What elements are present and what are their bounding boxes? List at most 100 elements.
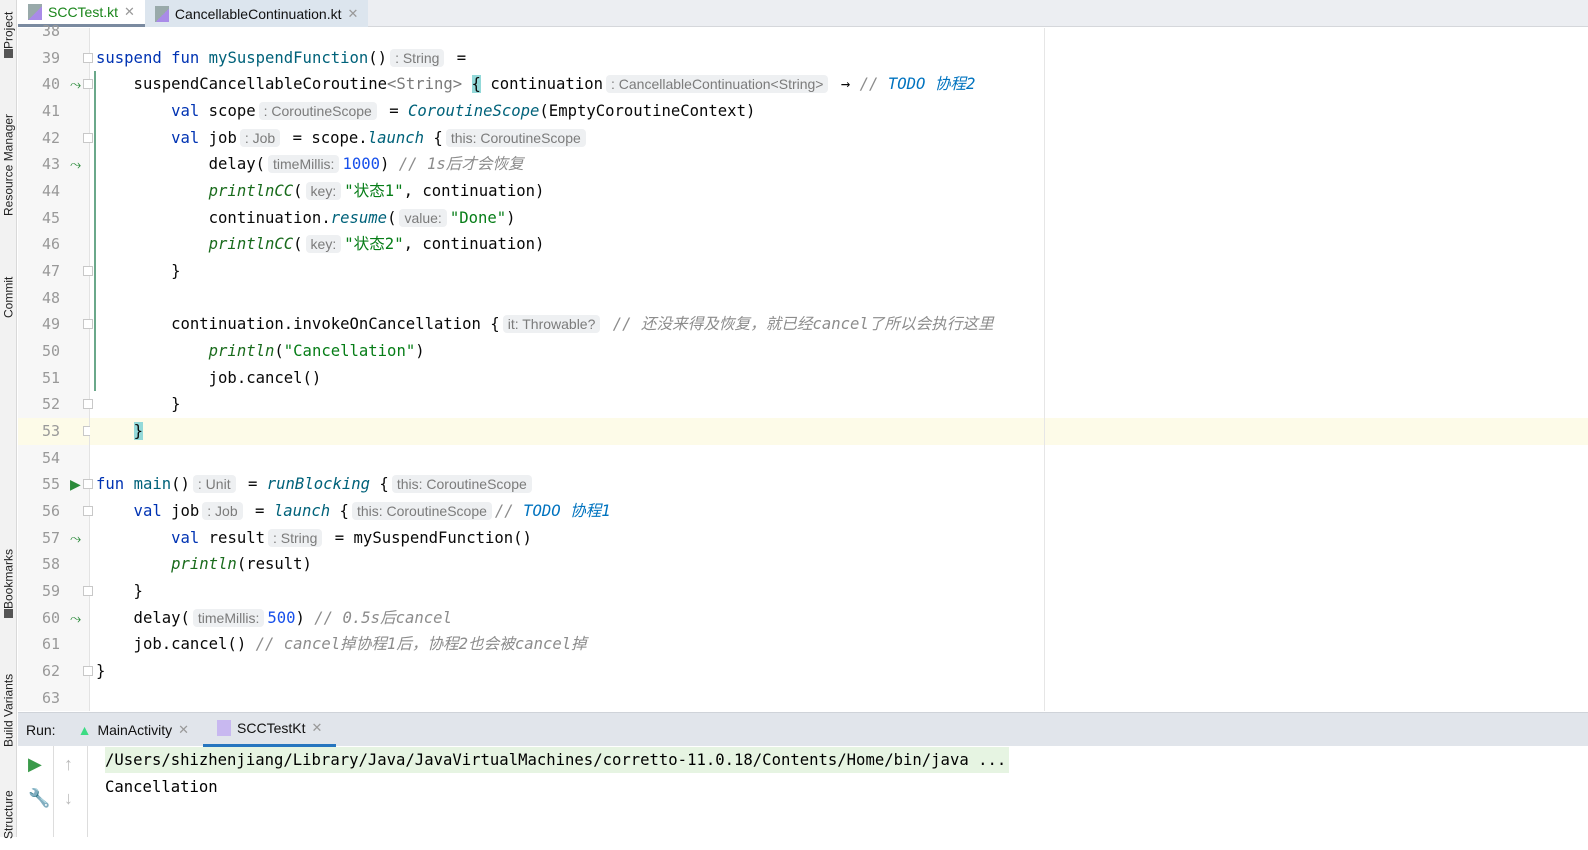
code-token: (result) bbox=[236, 555, 312, 574]
suspend-call-icon: ⤳ bbox=[70, 156, 82, 173]
code-token: , continuation) bbox=[403, 235, 545, 254]
code-line: } bbox=[90, 258, 1588, 285]
wrench-icon[interactable]: 🔧 bbox=[28, 788, 50, 809]
run-icon[interactable]: ▶ bbox=[70, 471, 81, 498]
line-number: 60 bbox=[41, 608, 60, 627]
gutter-row: 58 bbox=[18, 551, 89, 578]
code-token: "Cancellation" bbox=[283, 342, 416, 361]
code-token: = bbox=[379, 102, 408, 120]
close-icon[interactable]: ✕ bbox=[347, 6, 358, 22]
line-number: 58 bbox=[41, 555, 60, 574]
code-token: continuation bbox=[480, 75, 603, 94]
code-token: ) bbox=[506, 208, 516, 227]
gutter-row: 56 bbox=[18, 498, 93, 525]
code-token: } bbox=[96, 662, 106, 681]
line-number: 53 bbox=[41, 422, 60, 441]
code-token: // bbox=[494, 502, 524, 521]
code-text: } bbox=[96, 258, 180, 285]
inlay-hint: : Unit bbox=[192, 475, 236, 494]
tool-window-project[interactable]: Project bbox=[0, 2, 17, 70]
line-number: 63 bbox=[41, 688, 60, 707]
code-token: suspendCancellableCoroutine bbox=[96, 75, 388, 94]
code-text: continuation.invokeOnCancellation {it: T… bbox=[96, 311, 994, 338]
tool-window-build-variants[interactable]: Build Variants bbox=[0, 655, 17, 765]
inlay-hint: : Job bbox=[239, 128, 281, 147]
arrow-down-icon[interactable]: ↓ bbox=[64, 788, 73, 809]
code-token: fun bbox=[96, 475, 134, 494]
close-icon[interactable]: ✕ bbox=[124, 4, 135, 20]
line-number: 46 bbox=[41, 235, 60, 254]
code-token: println bbox=[96, 342, 275, 361]
line-number: 49 bbox=[41, 315, 60, 334]
code-text: delay(timeMillis: 1000) // 1s后才会恢复 bbox=[96, 151, 524, 178]
code-token: "状态1" bbox=[344, 182, 404, 201]
inlay-hint: : Job bbox=[202, 502, 243, 521]
code-text: job.cancel() // cancel掉协程1后，协程2也会被cancel… bbox=[96, 631, 587, 658]
code-token: () bbox=[368, 48, 388, 67]
code-token: (EmptyCoroutineContext) bbox=[539, 102, 756, 120]
code-line: delay(timeMillis: 500) // 0.5s后cancel bbox=[90, 605, 1588, 632]
line-number: 52 bbox=[41, 395, 60, 414]
code-token: 1000 bbox=[342, 155, 381, 174]
code-text: val scope: CoroutineScope = CoroutineSco… bbox=[96, 98, 755, 125]
code-token: { bbox=[424, 128, 443, 147]
arrow-up-icon[interactable]: ↑ bbox=[64, 754, 73, 775]
code-token: () bbox=[171, 475, 190, 494]
code-line: printlnCC(key: "状态1", continuation) bbox=[90, 178, 1588, 205]
kotlin-icon bbox=[217, 720, 232, 736]
rerun-icon[interactable]: ▶ bbox=[28, 754, 42, 775]
code-token: // bbox=[859, 75, 888, 94]
tab-cancellable-continuation[interactable]: CancellableContinuation.kt ✕ bbox=[144, 0, 369, 27]
code-token: { bbox=[370, 475, 389, 494]
code-editor[interactable]: suspend fun mySuspendFunction(): String … bbox=[90, 28, 1588, 711]
code-token: job bbox=[171, 502, 200, 521]
close-icon[interactable]: ✕ bbox=[178, 722, 189, 738]
code-line: val scope: CoroutineScope = CoroutineSco… bbox=[90, 98, 1588, 125]
code-token: continuation. bbox=[96, 208, 331, 227]
run-label: Run: bbox=[26, 721, 56, 738]
code-token: printlnCC bbox=[96, 235, 294, 254]
code-line: val job: Job = launch {this: CoroutineSc… bbox=[90, 498, 1588, 525]
line-number: 62 bbox=[41, 662, 60, 681]
code-text: printlnCC(key: "状态2", continuation) bbox=[96, 231, 544, 258]
run-tab-mainactivity[interactable]: ▲ MainActivity ✕ bbox=[64, 713, 203, 747]
code-token: result bbox=[208, 528, 266, 547]
code-token: val bbox=[96, 102, 209, 120]
inlay-hint: this: CoroutineScope bbox=[445, 128, 586, 147]
inlay-hint: it: Throwable? bbox=[502, 315, 601, 334]
code-token: printlnCC bbox=[96, 182, 294, 201]
code-text: } bbox=[96, 578, 143, 605]
suspend-call-icon: ⤳ bbox=[70, 609, 82, 626]
close-icon[interactable]: ✕ bbox=[312, 720, 323, 736]
code-line: println(result) bbox=[90, 551, 1588, 578]
code-token: println bbox=[96, 555, 237, 574]
tool-window-bookmarks[interactable]: Bookmarks bbox=[0, 540, 17, 630]
run-tab-scctestkt[interactable]: SCCTestKt ✕ bbox=[203, 713, 337, 747]
tool-window-structure[interactable]: Structure bbox=[0, 780, 17, 850]
code-token: launch bbox=[367, 128, 425, 147]
code-line: val job: Job = scope.launch {this: Corou… bbox=[90, 125, 1588, 152]
code-text: job.cancel() bbox=[96, 365, 322, 392]
tool-window-commit[interactable]: Commit bbox=[0, 262, 17, 332]
code-text: val job: Job = scope.launch {this: Corou… bbox=[96, 125, 589, 152]
gutter-row: 45 bbox=[18, 205, 89, 232]
tool-label: Bookmarks bbox=[1, 548, 16, 610]
suspend-call-icon: ⤳ bbox=[70, 529, 82, 546]
code-line: } bbox=[90, 578, 1588, 605]
line-number: 39 bbox=[41, 48, 60, 67]
line-number: 43 bbox=[41, 155, 60, 174]
code-token: = bbox=[245, 502, 274, 521]
code-token: ( bbox=[293, 235, 303, 254]
code-line: } bbox=[90, 391, 1588, 418]
tool-window-resource-manager[interactable]: Resource Manager bbox=[0, 95, 17, 235]
code-text: } bbox=[96, 391, 180, 418]
gutter-row: 59 bbox=[18, 578, 93, 605]
code-line: continuation.resume(value: "Done") bbox=[90, 205, 1588, 232]
code-token: → bbox=[831, 75, 860, 94]
run-console: ▶ 🔧 ↑ ↓ /Users/shizhenjiang/Library/Java… bbox=[18, 746, 1588, 837]
code-token: runBlocking bbox=[266, 475, 371, 494]
inlay-hint: value: bbox=[399, 208, 447, 227]
editor-tabs: SCCTest.kt ✕ CancellableContinuation.kt ✕ bbox=[18, 0, 1588, 27]
code-token: CoroutineScope bbox=[407, 102, 540, 120]
